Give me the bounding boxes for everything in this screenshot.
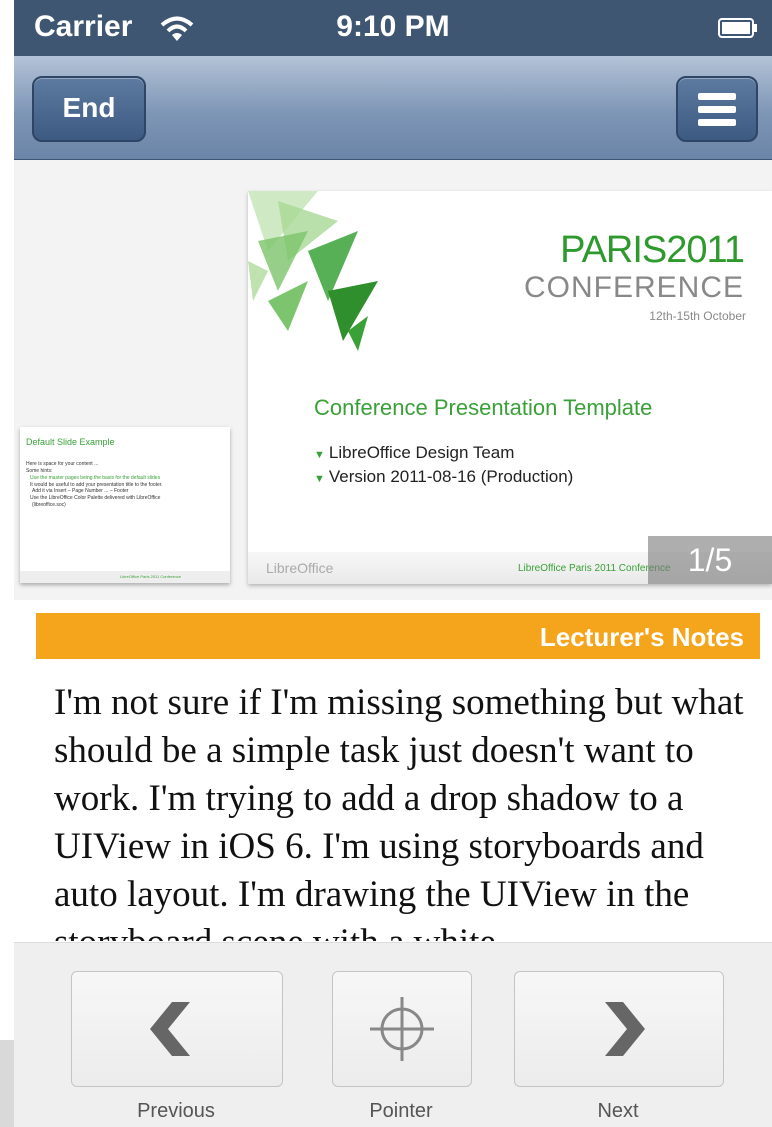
chevron-left-icon xyxy=(150,1002,190,1056)
current-slide[interactable]: PARIS2011 CONFERENCE 12th-15th October C… xyxy=(248,191,772,584)
slide-decoration-triangles xyxy=(248,191,378,351)
thumb-slide-line: Here is space for your content ... xyxy=(26,461,99,467)
next-button[interactable] xyxy=(514,971,724,1087)
libreoffice-logo: LibreOffice xyxy=(266,560,334,576)
thumb-slide-line: Add it via Insert – Page Number ... – Fo… xyxy=(32,488,129,494)
left-edge-shadow xyxy=(0,1040,14,1127)
slide-bullet: ▼ LibreOffice Design Team xyxy=(314,443,515,462)
app-screen: Carrier 9:10 PM End Default Slide Exampl… xyxy=(0,0,772,1127)
paris-logo-text: PARIS2011 xyxy=(560,229,745,271)
next-label: Next xyxy=(597,1100,639,1122)
thumb-slide-line: (libreoffice.soc) xyxy=(32,502,66,508)
thumb-slide-line: Use the LibreOffice Color Palette delive… xyxy=(30,495,161,501)
previous-button[interactable] xyxy=(71,971,283,1087)
previous-slide-thumbnail[interactable]: Default Slide Example Here is space for … xyxy=(20,427,230,583)
chevron-right-icon xyxy=(605,1002,645,1056)
slide-title: Conference Presentation Template xyxy=(314,395,653,420)
notes-header: Lecturer's Notes xyxy=(36,613,760,659)
previous-label: Previous xyxy=(137,1100,215,1122)
conference-logo-text: CONFERENCE xyxy=(523,271,744,304)
notes-text: I'm not sure if I'm missing something bu… xyxy=(54,682,744,941)
clock: 9:10 PM xyxy=(336,10,450,43)
pointer-button[interactable] xyxy=(332,971,472,1087)
slide-bullet: ▼ Version 2011-08-16 (Production) xyxy=(314,467,574,486)
bottom-toolbar: Previous Pointer Next xyxy=(14,942,772,1127)
crosshair-icon xyxy=(370,997,434,1061)
battery-icon xyxy=(718,18,757,38)
slide-carousel[interactable]: Default Slide Example Here is space for … xyxy=(14,160,772,600)
bullet-triangle-icon: ▼ xyxy=(314,449,325,461)
end-button[interactable]: End xyxy=(32,76,146,142)
pointer-label: Pointer xyxy=(369,1100,433,1122)
thumb-slide-footer: LibreOffice Paris 2011 Conference xyxy=(20,571,230,583)
menu-button[interactable] xyxy=(676,76,758,142)
navigation-bar: End xyxy=(14,56,772,160)
thumb-slide-title: Default Slide Example xyxy=(26,437,115,447)
notes-text-area[interactable]: I'm not sure if I'm missing something bu… xyxy=(36,659,760,941)
status-bar: Carrier 9:10 PM xyxy=(14,0,772,56)
conference-date: 12th-15th October xyxy=(649,309,746,323)
thumb-slide-line: Use the master pages being the basis for… xyxy=(30,475,161,481)
notes-header-label: Lecturer's Notes xyxy=(539,622,744,652)
bullet-triangle-icon: ▼ xyxy=(314,473,325,485)
slide-counter: 1/5 xyxy=(648,536,772,584)
thumb-slide-line: Some hints: xyxy=(26,468,53,474)
